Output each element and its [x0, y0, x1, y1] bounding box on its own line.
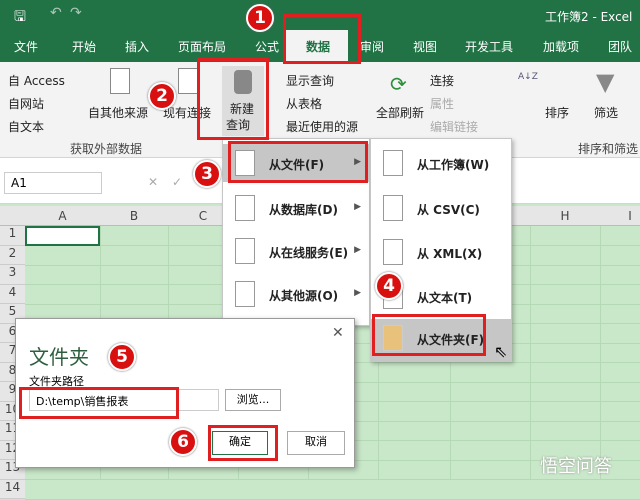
step-badge-6: 6 — [169, 428, 197, 456]
sort-az-icon: A↓Z — [518, 72, 538, 82]
step-badge-1: 1 — [246, 4, 274, 32]
tab-view[interactable]: 视图 — [413, 38, 437, 55]
row-header-4[interactable]: 4 — [0, 284, 25, 304]
row-header-14[interactable]: 14 — [0, 479, 25, 499]
connections-button[interactable]: 连接 — [430, 72, 454, 89]
menu-item-from-workbook[interactable]: 从工作簿(W) — [371, 144, 511, 182]
refresh-all-button[interactable]: 全部刷新 — [376, 104, 424, 121]
from-text-button[interactable]: 自文本 — [8, 118, 44, 135]
save-icon[interactable]: 🖫 — [14, 6, 26, 30]
menu-item-from-database[interactable]: 从数据库(D) ▶ — [223, 189, 369, 227]
menu-item-from-other-sources[interactable]: 从其他源(O) ▶ — [223, 275, 369, 313]
column-header-H[interactable]: H — [530, 209, 600, 223]
tab-developer[interactable]: 开发工具 — [465, 38, 513, 55]
mouse-cursor-icon: ⇖ — [494, 342, 508, 361]
show-queries-button[interactable]: 显示查询 — [286, 72, 334, 89]
menu-item-from-xml[interactable]: 从 XML(X) — [371, 233, 511, 271]
undo-icon[interactable]: ↶ — [50, 5, 62, 21]
cancel-button[interactable]: 取消 — [287, 431, 345, 455]
tab-insert[interactable]: 插入 — [125, 38, 149, 55]
tab-team[interactable]: 团队 — [608, 38, 632, 55]
from-web-button[interactable]: 自网站 — [8, 95, 44, 112]
column-header-A[interactable]: A — [25, 209, 100, 223]
filter-button[interactable]: 筛选 — [594, 104, 618, 121]
name-box[interactable]: A1 — [4, 172, 102, 194]
existing-connections-icon — [178, 68, 198, 94]
browse-button[interactable]: 浏览... — [225, 389, 281, 411]
watermark: 悟空问答 — [540, 456, 612, 477]
step-badge-5: 5 — [108, 343, 136, 371]
grid-line — [25, 498, 640, 500]
highlight-data-tab — [283, 14, 361, 64]
column-header-B[interactable]: B — [100, 209, 168, 223]
properties-button[interactable]: 属性 — [430, 95, 454, 112]
menu-item-from-online-services[interactable]: 从在线服务(E) ▶ — [223, 232, 369, 270]
other-sources-icon — [110, 68, 130, 94]
highlight-from-file — [228, 141, 368, 183]
cloud-icon — [235, 238, 255, 264]
excel-icon — [383, 150, 403, 176]
filter-icon: ▼ — [596, 68, 615, 96]
csv-icon — [383, 195, 403, 221]
chevron-right-icon: ▶ — [354, 202, 361, 212]
enter-icon[interactable]: ✓ — [172, 175, 182, 189]
tab-page-layout[interactable]: 页面布局 — [178, 38, 226, 55]
chevron-right-icon: ▶ — [354, 288, 361, 298]
xml-icon — [383, 239, 403, 265]
database-icon — [235, 195, 255, 221]
row-header-1[interactable]: 1 — [0, 226, 25, 246]
from-table-button[interactable]: 从表格 — [286, 95, 322, 112]
title-text: 工作簿2 - Excel — [545, 10, 633, 24]
chevron-right-icon: ▶ — [354, 245, 361, 255]
other-sources-button[interactable]: 自其他来源 — [88, 104, 148, 121]
highlight-from-folder — [372, 314, 486, 356]
recent-sources-button[interactable]: 最近使用的源 — [286, 118, 358, 135]
redo-icon[interactable]: ↷ — [70, 5, 82, 21]
tab-home[interactable]: 开始 — [72, 38, 96, 55]
group-label-sort-filter: 排序和筛选 — [578, 142, 639, 156]
tab-file[interactable]: 文件 — [14, 38, 38, 55]
tab-review[interactable]: 审阅 — [360, 38, 384, 55]
highlight-path-input — [19, 387, 179, 419]
dialog-title: 文件夹 — [29, 345, 89, 369]
dialog-close-button[interactable]: ✕ — [332, 325, 344, 341]
menu-item-from-csv[interactable]: 从 CSV(C) — [371, 189, 511, 227]
column-header-I[interactable]: I — [600, 209, 640, 223]
highlight-new-query — [197, 58, 269, 140]
step-badge-3: 3 — [193, 160, 221, 188]
sort-button[interactable]: 排序 — [545, 104, 569, 121]
selected-cell-a1[interactable] — [25, 226, 100, 246]
tab-formulas[interactable]: 公式 — [255, 38, 279, 55]
row-header-2[interactable]: 2 — [0, 245, 25, 265]
group-label-get-external: 获取外部数据 — [70, 142, 143, 156]
step-badge-2: 2 — [148, 82, 176, 110]
cancel-icon[interactable]: ✕ — [148, 175, 158, 189]
row-header-3[interactable]: 3 — [0, 265, 25, 285]
tab-addins[interactable]: 加载项 — [543, 38, 579, 55]
edit-links-button[interactable]: 编辑链接 — [430, 118, 478, 135]
from-access-button[interactable]: 自 Access — [8, 72, 65, 89]
refresh-icon: ⟳ — [390, 72, 407, 96]
highlight-ok-button — [208, 425, 278, 461]
other-sources-icon — [235, 281, 255, 307]
step-badge-4: 4 — [375, 272, 403, 300]
